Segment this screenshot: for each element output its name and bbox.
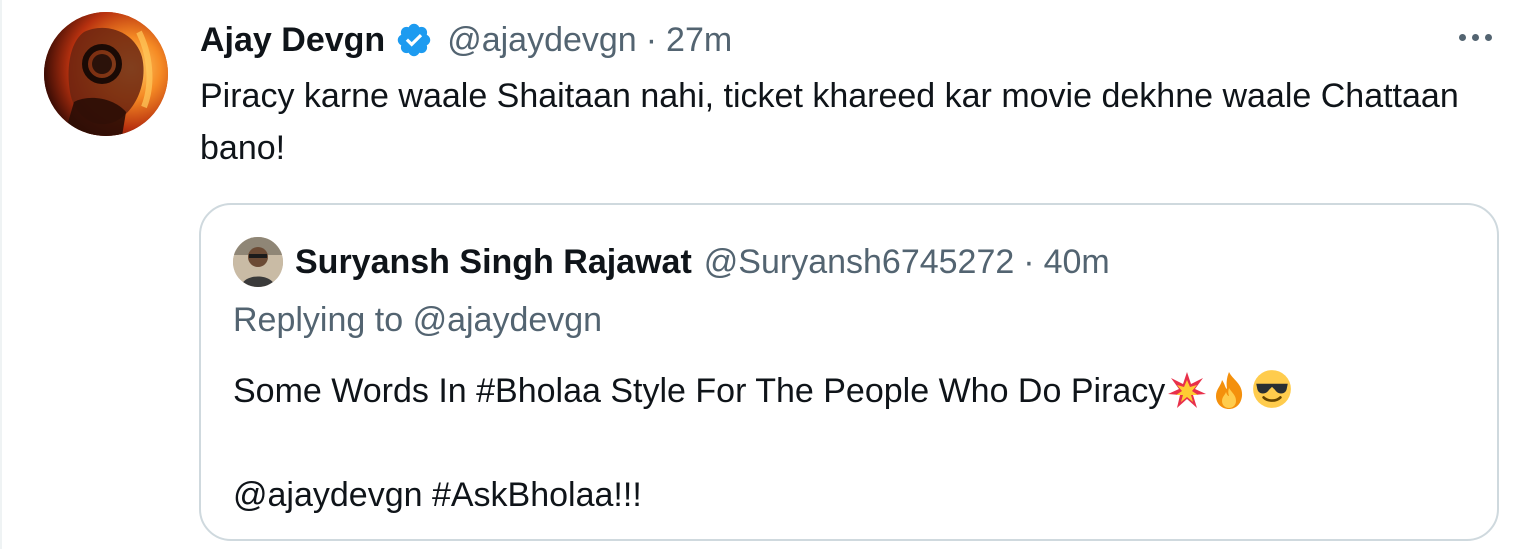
replying-to: Replying to @ajaydevgn xyxy=(233,301,602,340)
replying-mention[interactable]: @ajaydevgn xyxy=(413,301,603,339)
quoted-author-avatar[interactable] xyxy=(233,237,283,287)
verified-badge-icon[interactable] xyxy=(395,21,433,59)
author-name[interactable]: Ajay Devgn xyxy=(200,21,385,60)
quoted-tweet-text: Some Words In #Bholaa Style For The Peop… xyxy=(233,365,1473,521)
more-dot xyxy=(1471,33,1479,41)
quoted-text-content: Some Words In #Bholaa Style For The Peop… xyxy=(233,372,1166,410)
author-handle[interactable]: @ajaydevgn xyxy=(447,21,637,60)
tweet[interactable]: Ajay Devgn @ajaydevgn · 27m Piracy karne… xyxy=(0,0,1526,549)
sunglasses-face-icon xyxy=(1251,368,1293,425)
tweet-timestamp[interactable]: 27m xyxy=(666,21,732,60)
quoted-author-name[interactable]: Suryansh Singh Rajawat xyxy=(295,243,692,282)
more-dot xyxy=(1458,33,1466,41)
collision-icon xyxy=(1167,370,1207,425)
quoted-text-line-2: @ajaydevgn #AskBholaa!!! xyxy=(233,476,642,514)
quoted-tweet-header: Suryansh Singh Rajawat @Suryansh6745272 … xyxy=(295,238,1110,286)
replying-prefix: Replying to xyxy=(233,301,404,339)
avatar-image xyxy=(44,12,168,136)
quoted-text-line-1: Some Words In #Bholaa Style For The Peop… xyxy=(233,365,1473,417)
separator-dot: · xyxy=(1023,242,1035,281)
author-avatar[interactable] xyxy=(44,12,168,136)
fire-icon xyxy=(1209,370,1249,425)
tweet-header: Ajay Devgn @ajaydevgn · 27m xyxy=(200,14,732,66)
quoted-tweet-timestamp[interactable]: 40m xyxy=(1044,243,1110,282)
tweet-text: Piracy karne waale Shaitaan nahi, ticket… xyxy=(200,77,1459,167)
quoted-tweet[interactable]: Suryansh Singh Rajawat @Suryansh6745272 … xyxy=(199,203,1499,541)
more-dot xyxy=(1484,33,1492,41)
quoted-author-handle[interactable]: @Suryansh6745272 xyxy=(704,243,1015,282)
timeline-divider xyxy=(0,0,2,549)
separator-dot: · xyxy=(645,20,658,59)
more-horizontal-icon[interactable] xyxy=(1452,22,1498,52)
quoted-avatar-image xyxy=(233,237,283,287)
